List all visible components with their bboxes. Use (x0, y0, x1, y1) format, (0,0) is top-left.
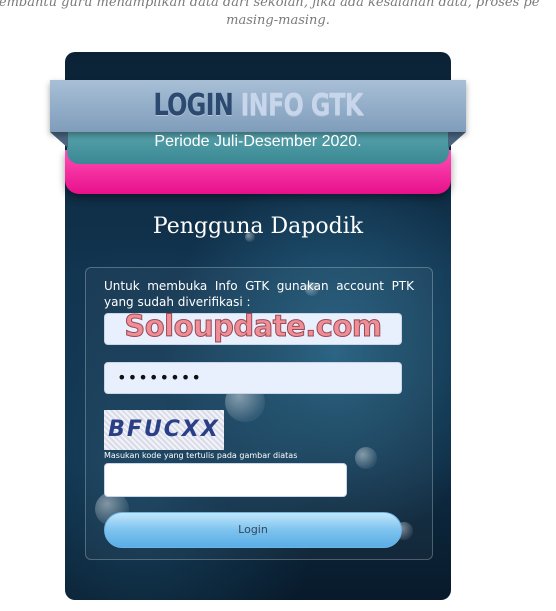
captcha-input[interactable] (104, 463, 347, 497)
captcha-image: BFUCXX (104, 410, 224, 450)
intro-line-2: masing-masing. (226, 13, 330, 28)
page-title: Pengguna Dapodik (152, 214, 364, 239)
login-info-gtk-logo: LOGIN INFO GTK (92, 88, 425, 123)
period-text: Periode Juli-Desember 2020. (154, 133, 362, 150)
intro-text: membantu guru menampilkan data dari seko… (0, 0, 556, 30)
watermark-soloupdate: Soloupdate.com (124, 309, 383, 344)
intro-line-1: membantu guru menampilkan data dari seko… (0, 0, 540, 10)
banner-fold-right (448, 132, 466, 148)
logo-login: LOGIN (153, 88, 233, 123)
logo-info-gtk: INFO GTK (240, 88, 364, 123)
login-button[interactable]: Login (104, 512, 402, 548)
password-field[interactable]: •••••••• (104, 362, 402, 394)
banner-fold-left (50, 132, 68, 148)
captcha-label: Masukan kode yang tertulis pada gambar d… (104, 451, 298, 460)
instruction-text: Untuk membuka Info GTK gunakan account P… (104, 279, 414, 309)
